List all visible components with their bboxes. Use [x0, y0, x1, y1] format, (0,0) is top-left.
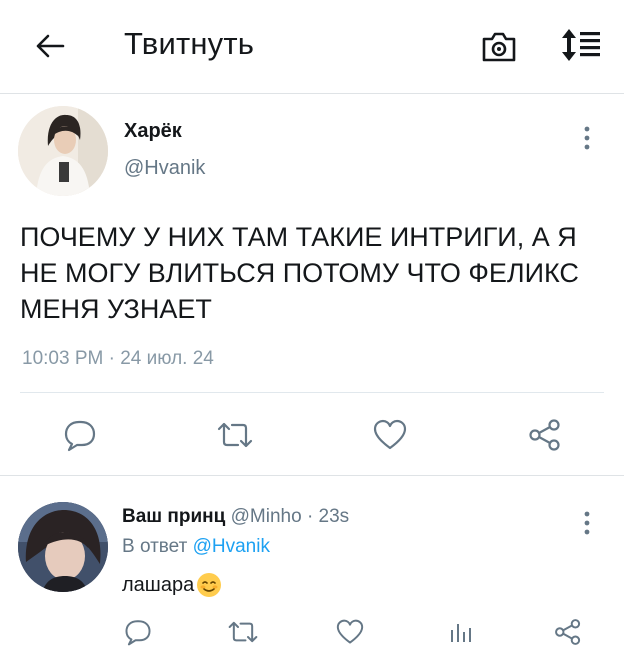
avatar[interactable] — [18, 106, 108, 196]
reply-button[interactable] — [118, 614, 158, 650]
retweet-button[interactable] — [223, 614, 263, 650]
camera-button[interactable] — [479, 27, 519, 67]
smiling-face-emoji — [197, 573, 222, 597]
sort-arrows-icon — [562, 29, 600, 61]
author-handle[interactable]: @Hvanik — [124, 157, 205, 180]
separator-dot: · — [306, 506, 319, 527]
main-tweet: Харёк @Hvanik ПОЧЕМУ У НИХ ТАМ ТАКИЕ ИНТ… — [0, 95, 624, 475]
camera-icon — [482, 32, 516, 62]
share-button[interactable] — [548, 614, 588, 650]
top-bar: Твитнуть — [0, 0, 624, 94]
like-button[interactable] — [368, 415, 412, 455]
reply-icon — [125, 620, 151, 646]
avatar-image — [18, 106, 108, 196]
page-title: Твитнуть — [124, 26, 255, 61]
reply-time: 23s — [318, 506, 350, 527]
reply-text-content: лашара — [122, 573, 195, 596]
share-icon — [555, 619, 581, 645]
reply-prefix: В ответ — [122, 536, 188, 557]
arrow-left-icon — [36, 34, 65, 58]
author-handle[interactable]: @Minho — [231, 506, 302, 527]
like-icon — [373, 419, 407, 450]
author-name[interactable]: Ваш принц — [122, 506, 225, 527]
reply-header: Ваш принц @Minho · 23s — [122, 506, 349, 528]
avatar-image — [18, 502, 108, 592]
like-button[interactable] — [330, 614, 370, 650]
share-button[interactable] — [523, 415, 567, 455]
share-icon — [529, 419, 560, 451]
reply-tweet[interactable]: Ваш принц @Minho · 23s В ответ @Hvanik л… — [0, 476, 624, 658]
author-name[interactable]: Харёк — [124, 120, 182, 143]
tweet-text: ПОЧЕМУ У НИХ ТАМ ТАКИЕ ИНТРИГИ, А Я НЕ М… — [20, 222, 579, 324]
reply-context: В ответ @Hvanik — [122, 536, 270, 558]
stats-button[interactable] — [440, 614, 480, 650]
reply-button[interactable] — [58, 415, 102, 455]
retweet-icon — [228, 621, 258, 643]
more-options-icon[interactable] — [577, 123, 597, 153]
more-options-icon[interactable] — [577, 508, 597, 538]
reply-text: лашара — [122, 572, 222, 598]
retweet-button[interactable] — [213, 415, 257, 455]
avatar[interactable] — [18, 502, 108, 592]
sort-button[interactable] — [559, 27, 605, 63]
tweet-timestamp: 10:03 PM · 24 июл. 24 — [22, 348, 214, 369]
divider — [20, 392, 604, 393]
retweet-icon — [217, 422, 253, 448]
back-button[interactable] — [28, 26, 72, 66]
reply-icon — [64, 420, 96, 452]
like-icon — [336, 619, 364, 644]
stats-icon — [451, 624, 471, 642]
reply-to-link[interactable]: @Hvanik — [193, 536, 270, 557]
